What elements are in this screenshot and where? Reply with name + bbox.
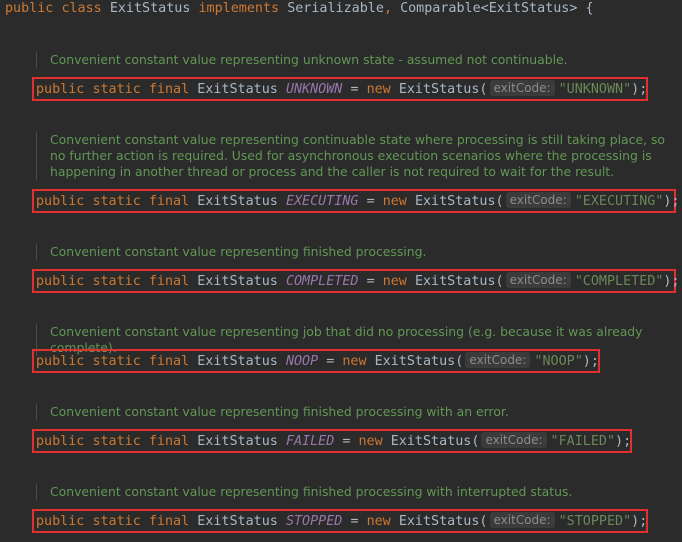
keyword-new: new	[358, 434, 383, 449]
equals-sign: =	[366, 194, 375, 209]
keyword-public: public	[36, 354, 85, 369]
keyword-final: final	[148, 194, 190, 209]
string-literal: "EXECUTING"	[574, 194, 664, 209]
keyword-public: public	[36, 82, 85, 97]
constant-declaration-unknown: public static final ExitStatus UNKNOWN =…	[36, 80, 647, 99]
equals-sign: =	[366, 274, 375, 289]
keyword-new: new	[382, 194, 407, 209]
interface-comparable: Comparable<ExitStatus>	[400, 1, 578, 16]
class-name: ExitStatus	[109, 1, 191, 16]
keyword-implements: implements	[198, 1, 280, 16]
class-declaration: public class ExitStatus implements Seria…	[5, 0, 594, 18]
keyword-static: static	[92, 434, 141, 449]
constructor-call: ExitStatus(	[398, 82, 488, 97]
keyword-final: final	[148, 82, 190, 97]
parameter-hint: exitCode:	[489, 80, 555, 96]
comma: ,	[383, 1, 392, 16]
string-literal: "COMPLETED"	[574, 274, 664, 289]
close-paren: );	[663, 274, 680, 289]
constructor-call: ExitStatus(	[398, 514, 488, 529]
string-literal: "UNKNOWN"	[558, 82, 632, 97]
type-name: ExitStatus	[197, 194, 278, 209]
javadoc-failed: Convenient constant value representing f…	[36, 404, 682, 420]
keyword-public: public	[36, 434, 85, 449]
equals-sign: =	[326, 354, 335, 369]
equals-sign: =	[342, 434, 351, 449]
javadoc-executing: Convenient constant value representing c…	[36, 132, 682, 180]
keyword-new: new	[366, 82, 391, 97]
keyword-public: public	[36, 194, 85, 209]
keyword-public: public	[36, 514, 85, 529]
parameter-hint: exitCode:	[465, 352, 531, 368]
keyword-static: static	[92, 354, 141, 369]
keyword-static: static	[92, 274, 141, 289]
constant-declaration-executing: public static final ExitStatus EXECUTING…	[36, 192, 680, 211]
constant-name: COMPLETED	[285, 274, 359, 289]
keyword-new: new	[342, 354, 367, 369]
parameter-hint: exitCode:	[505, 272, 571, 288]
constructor-call: ExitStatus(	[390, 434, 480, 449]
constant-name: EXECUTING	[285, 194, 359, 209]
type-name: ExitStatus	[197, 434, 278, 449]
keyword-final: final	[148, 354, 190, 369]
parameter-hint: exitCode:	[505, 192, 571, 208]
constant-declaration-stopped: public static final ExitStatus STOPPED =…	[36, 512, 647, 531]
open-brace: {	[585, 1, 594, 16]
parameter-hint: exitCode:	[481, 432, 547, 448]
type-name: ExitStatus	[197, 82, 278, 97]
string-literal: "STOPPED"	[558, 514, 632, 529]
constructor-call: ExitStatus(	[374, 354, 464, 369]
close-paren: );	[663, 194, 680, 209]
type-name: ExitStatus	[197, 274, 278, 289]
constant-declaration-completed: public static final ExitStatus COMPLETED…	[36, 272, 680, 291]
javadoc-completed: Convenient constant value representing f…	[36, 244, 682, 260]
string-literal: "FAILED"	[550, 434, 616, 449]
parameter-hint: exitCode:	[489, 512, 555, 528]
equals-sign: =	[350, 514, 359, 529]
close-paren: );	[615, 434, 632, 449]
constructor-call: ExitStatus(	[414, 194, 504, 209]
keyword-new: new	[366, 514, 391, 529]
keyword-final: final	[148, 434, 190, 449]
type-name: ExitStatus	[197, 514, 278, 529]
keyword-new: new	[382, 274, 407, 289]
javadoc-unknown: Convenient constant value representing u…	[36, 52, 682, 68]
constant-name: UNKNOWN	[285, 82, 343, 97]
keyword-class: class	[61, 1, 102, 16]
constant-name: FAILED	[285, 434, 335, 449]
keyword-static: static	[92, 194, 141, 209]
keyword-static: static	[92, 514, 141, 529]
close-paren: );	[631, 82, 648, 97]
type-name: ExitStatus	[197, 354, 278, 369]
constant-name: STOPPED	[285, 514, 343, 529]
keyword-final: final	[148, 274, 190, 289]
string-literal: "NOOP"	[534, 354, 583, 369]
keyword-static: static	[92, 82, 141, 97]
keyword-final: final	[148, 514, 190, 529]
constant-name: NOOP	[285, 354, 319, 369]
close-paren: );	[631, 514, 648, 529]
interface-serializable: Serializable	[287, 1, 384, 16]
constant-declaration-failed: public static final ExitStatus FAILED = …	[36, 432, 631, 451]
close-paren: );	[582, 354, 599, 369]
equals-sign: =	[350, 82, 359, 97]
constructor-call: ExitStatus(	[414, 274, 504, 289]
keyword-public: public	[5, 1, 54, 16]
constant-declaration-noop: public static final ExitStatus NOOP = ne…	[36, 352, 599, 371]
javadoc-stopped: Convenient constant value representing f…	[36, 484, 682, 500]
keyword-public: public	[36, 274, 85, 289]
